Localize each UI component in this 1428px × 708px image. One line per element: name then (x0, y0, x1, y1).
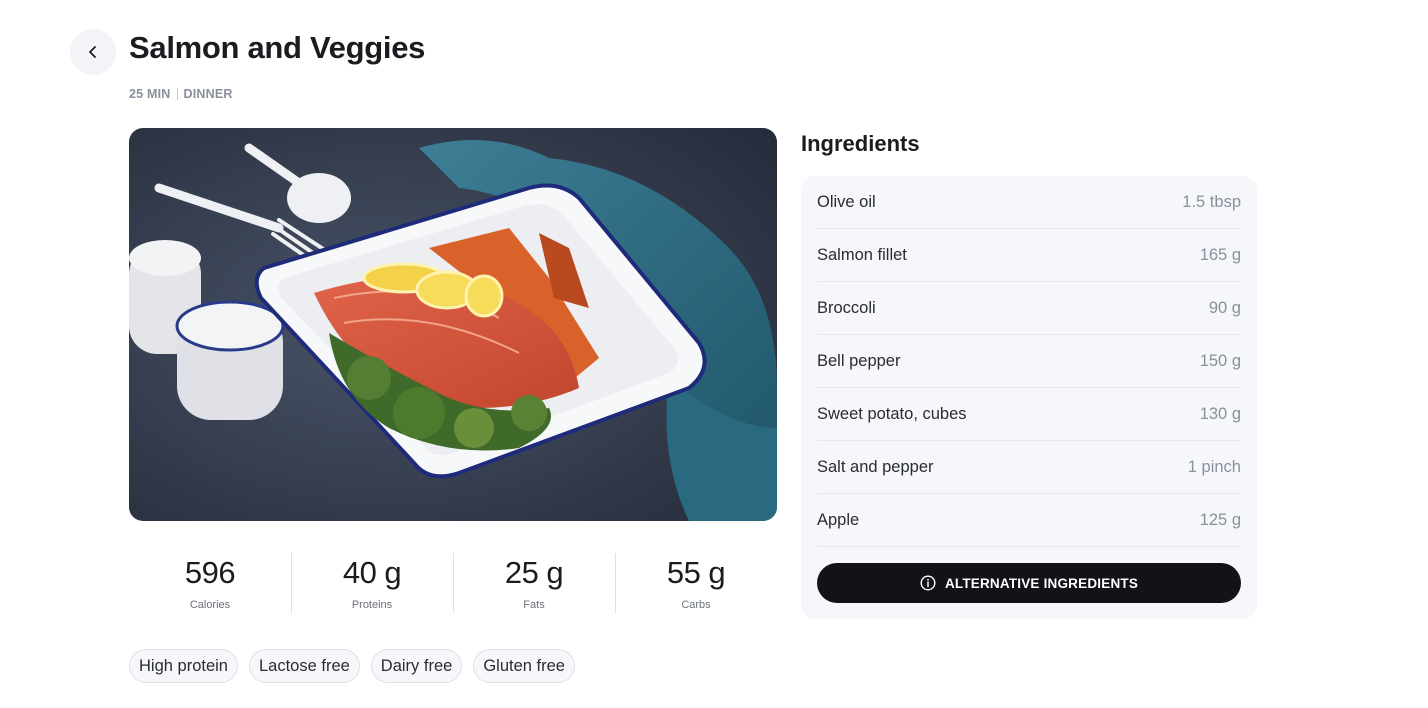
tag-dairy-free[interactable]: Dairy free (370, 649, 463, 683)
ingredient-name: Sweet potato, cubes (817, 404, 967, 423)
ingredient-quantity: 1.5 tbsp (1182, 192, 1241, 211)
nutrition-fats: 25 g Fats (453, 553, 615, 613)
ingredient-row: Salt and pepper 1 pinch (817, 441, 1241, 494)
ingredient-quantity: 125 g (1199, 510, 1241, 529)
ingredients-panel: Olive oil 1.5 tbsp Salmon fillet 165 g B… (801, 176, 1257, 619)
ingredient-quantity: 90 g (1208, 298, 1241, 317)
chevron-left-icon (89, 46, 96, 58)
nutrition-proteins: 40 g Proteins (291, 553, 453, 613)
ingredient-row: Broccoli 90 g (817, 282, 1241, 335)
nutrition-label: Calories (189, 599, 231, 611)
diet-tags: High protein Lactose free Dairy free Glu… (129, 649, 575, 683)
ingredient-row: Sweet potato, cubes 130 g (817, 388, 1241, 441)
meta-divider (176, 88, 178, 100)
ingredient-name: Salt and pepper (817, 457, 934, 476)
ingredient-quantity: 165 g (1199, 245, 1241, 264)
nutrition-label: Proteins (351, 599, 393, 611)
alternative-ingredients-label: ALTERNATIVE INGREDIENTS (944, 575, 1139, 591)
nutrition-value: 596 (184, 555, 236, 590)
ingredient-row: Bell pepper 150 g (817, 335, 1241, 388)
info-icon (920, 575, 936, 591)
nutrition-label: Carbs (681, 599, 711, 611)
recipe-meta: 25 MIN DINNER (129, 87, 233, 101)
nutrition-value: 25 g (504, 555, 564, 590)
tag-high-protein[interactable]: High protein (129, 649, 238, 683)
ingredient-name: Apple (817, 510, 860, 529)
cook-time: 25 MIN (129, 87, 171, 101)
recipe-photo (129, 128, 777, 521)
ingredient-row: Olive oil 1.5 tbsp (817, 176, 1241, 229)
nutrition-value: 55 g (666, 555, 726, 590)
ingredient-name: Bell pepper (817, 351, 901, 370)
nutrition-carbs: 55 g Carbs (615, 553, 777, 613)
tag-lactose-free[interactable]: Lactose free (248, 649, 360, 683)
back-button[interactable] (70, 29, 116, 75)
page-title: Salmon and Veggies (129, 30, 426, 65)
ingredient-quantity: 130 g (1199, 404, 1241, 423)
salmon-dish-photo (129, 128, 777, 521)
ingredients-heading: Ingredients (801, 131, 920, 156)
tag-gluten-free[interactable]: Gluten free (473, 649, 575, 683)
meal-type: DINNER (183, 87, 233, 101)
ingredient-quantity: 1 pinch (1187, 457, 1241, 476)
ingredient-name: Broccoli (817, 298, 876, 317)
nutrition-summary: 596 Calories 40 g Proteins 25 g Fats 55 … (129, 553, 777, 613)
nutrition-label: Fats (523, 599, 545, 611)
ingredient-row: Salmon fillet 165 g (817, 229, 1241, 282)
ingredient-name: Olive oil (817, 192, 876, 211)
nutrition-value: 40 g (342, 555, 402, 590)
ingredient-quantity: 150 g (1199, 351, 1241, 370)
alternative-ingredients-button[interactable]: ALTERNATIVE INGREDIENTS (817, 563, 1241, 603)
ingredient-row: Apple 125 g (817, 494, 1241, 547)
ingredient-name: Salmon fillet (817, 245, 907, 264)
nutrition-calories: 596 Calories (129, 553, 291, 613)
